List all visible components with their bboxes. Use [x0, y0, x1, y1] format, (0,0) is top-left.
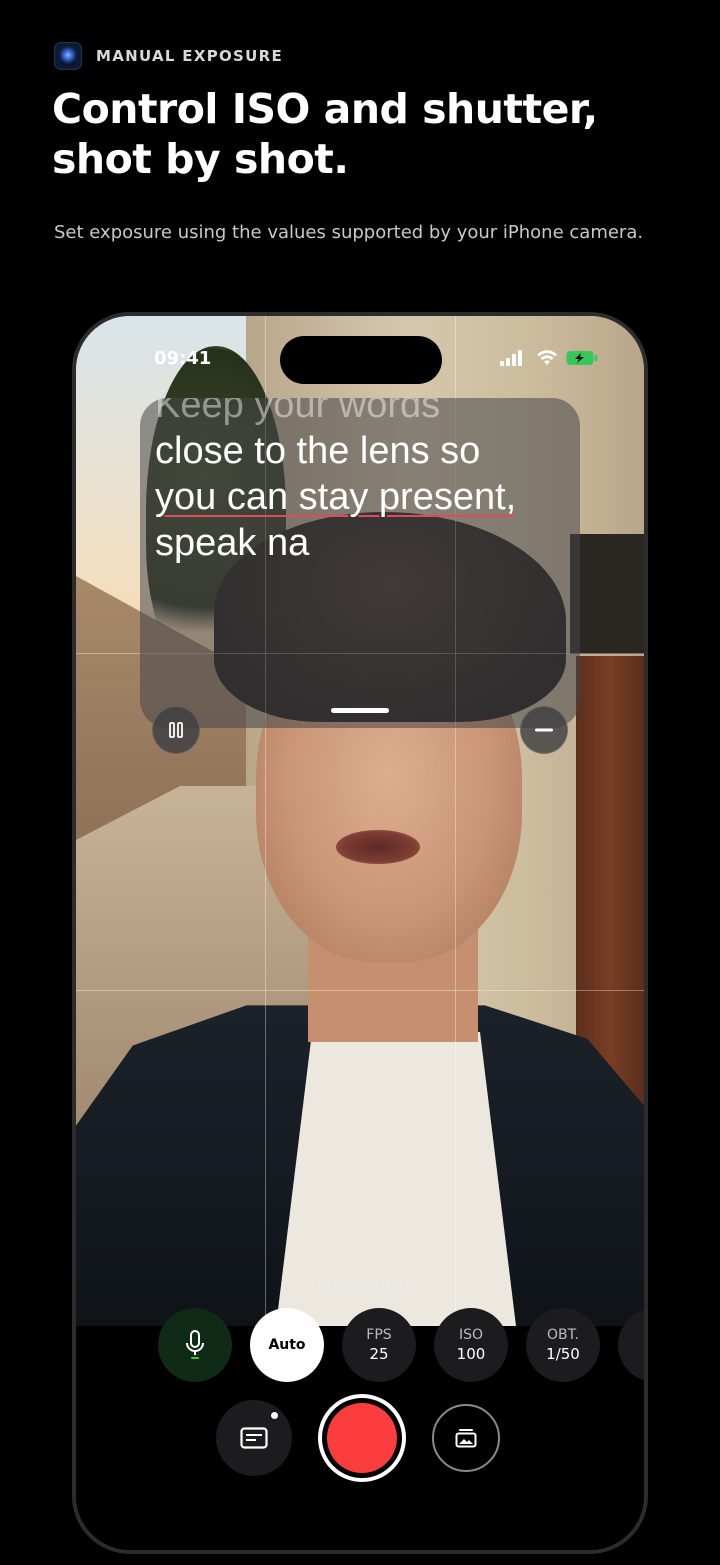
- minimize-button[interactable]: [520, 706, 568, 754]
- status-icons: [500, 350, 598, 366]
- auto-exposure-button[interactable]: Auto: [250, 1308, 324, 1382]
- script-button[interactable]: [216, 1400, 292, 1476]
- script-line: close to the lens so: [155, 430, 481, 472]
- iso-value: 100: [456, 1345, 486, 1363]
- wifi-icon: [537, 350, 557, 365]
- feature-badge: MANUAL EXPOSURE: [54, 42, 283, 70]
- fps-label: FPS: [366, 1327, 392, 1343]
- headline-line-2: shot by shot.: [52, 135, 349, 183]
- grid-line: [76, 990, 644, 991]
- teleprompter-text: Keep your words close to the lens so you…: [155, 398, 575, 566]
- signal-icon: [500, 350, 522, 366]
- microphone-icon: [186, 1330, 204, 1359]
- resize-handle[interactable]: [331, 708, 389, 713]
- app-lens-icon: [54, 42, 82, 70]
- pause-button[interactable]: [152, 706, 200, 754]
- minus-icon: [535, 728, 553, 732]
- record-indicator: [327, 1403, 397, 1473]
- badge-label: MANUAL EXPOSURE: [96, 47, 284, 65]
- camera-screen: 09:41 Keep your words close to the lens …: [76, 316, 644, 1550]
- script-line: speak na: [155, 522, 310, 564]
- fps-control[interactable]: FPS 25: [342, 1308, 416, 1382]
- status-time: 09:41: [154, 348, 212, 369]
- shutter-control[interactable]: OBT. 1/50: [526, 1308, 600, 1382]
- headline-line-1: Control ISO and shutter,: [52, 85, 598, 133]
- microphone-button[interactable]: [158, 1308, 232, 1382]
- gallery-icon: [455, 1429, 477, 1448]
- battery-icon: [566, 351, 598, 365]
- pause-icon: [169, 722, 183, 738]
- auto-label: Auto: [268, 1337, 306, 1353]
- notification-dot: [271, 1412, 278, 1419]
- iso-control[interactable]: ISO 100: [434, 1308, 508, 1382]
- script-line-current: you can stay present,: [155, 476, 517, 518]
- exposure-controls: Auto FPS 25 ISO 100 OBT. 1/50 T 5: [76, 1308, 644, 1388]
- headline: Control ISO and shutter, shot by shot.: [52, 84, 692, 184]
- phone-frame: 09:41 Keep your words close to the lens …: [72, 312, 648, 1554]
- script-icon: [240, 1427, 268, 1449]
- recording-timer: 00:08.130: [316, 1276, 404, 1295]
- script-line: Keep your words: [155, 398, 441, 426]
- shutter-value: 1/50: [546, 1345, 580, 1363]
- t-control[interactable]: T 5: [618, 1308, 644, 1382]
- dynamic-island: [280, 336, 442, 384]
- record-button[interactable]: [318, 1394, 406, 1482]
- shutter-label: OBT.: [547, 1327, 579, 1343]
- teleprompter-panel[interactable]: Keep your words close to the lens so you…: [140, 398, 580, 728]
- subline: Set exposure using the values supported …: [54, 222, 644, 243]
- iso-label: ISO: [458, 1327, 484, 1343]
- gallery-button[interactable]: [432, 1404, 500, 1472]
- fps-value: 25: [369, 1345, 389, 1363]
